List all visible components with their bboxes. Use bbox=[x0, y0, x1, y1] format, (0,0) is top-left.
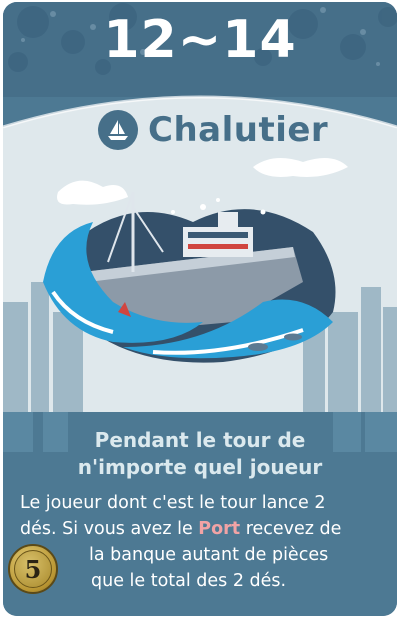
card-name: Chalutier bbox=[148, 110, 329, 150]
trawler-card[interactable]: 12~14 Chalutier Pendant le tour de n'imp… bbox=[3, 2, 397, 616]
trawler-illustration bbox=[3, 158, 397, 412]
activation-condition: Pendant le tour de n'importe quel joueur bbox=[3, 427, 397, 481]
activation-line-1: Pendant le tour de bbox=[94, 428, 306, 452]
effect-line-4: que le total des 2 dés. bbox=[91, 571, 287, 591]
cost-coin-icon: 5 bbox=[8, 544, 58, 594]
effect-line-2: dés. Si vous avez le Port recevez de bbox=[20, 516, 341, 542]
effect-line-2-start: dés. Si vous avez le bbox=[20, 519, 199, 539]
effect-line-3: la banque autant de pièces bbox=[89, 545, 329, 565]
sailboat-icon bbox=[98, 110, 138, 150]
effect-line-2-end: recevez de bbox=[240, 519, 342, 539]
card-title-row: Chalutier bbox=[98, 105, 328, 155]
effect-line-1: Le joueur dont c'est le tour lance 2 bbox=[20, 493, 326, 513]
card-cost: 5 bbox=[14, 550, 52, 588]
activation-numbers: 12~14 bbox=[103, 10, 297, 70]
activation-line-2: n'importe quel joueur bbox=[77, 455, 323, 479]
port-landmark-name: Port bbox=[198, 519, 241, 539]
